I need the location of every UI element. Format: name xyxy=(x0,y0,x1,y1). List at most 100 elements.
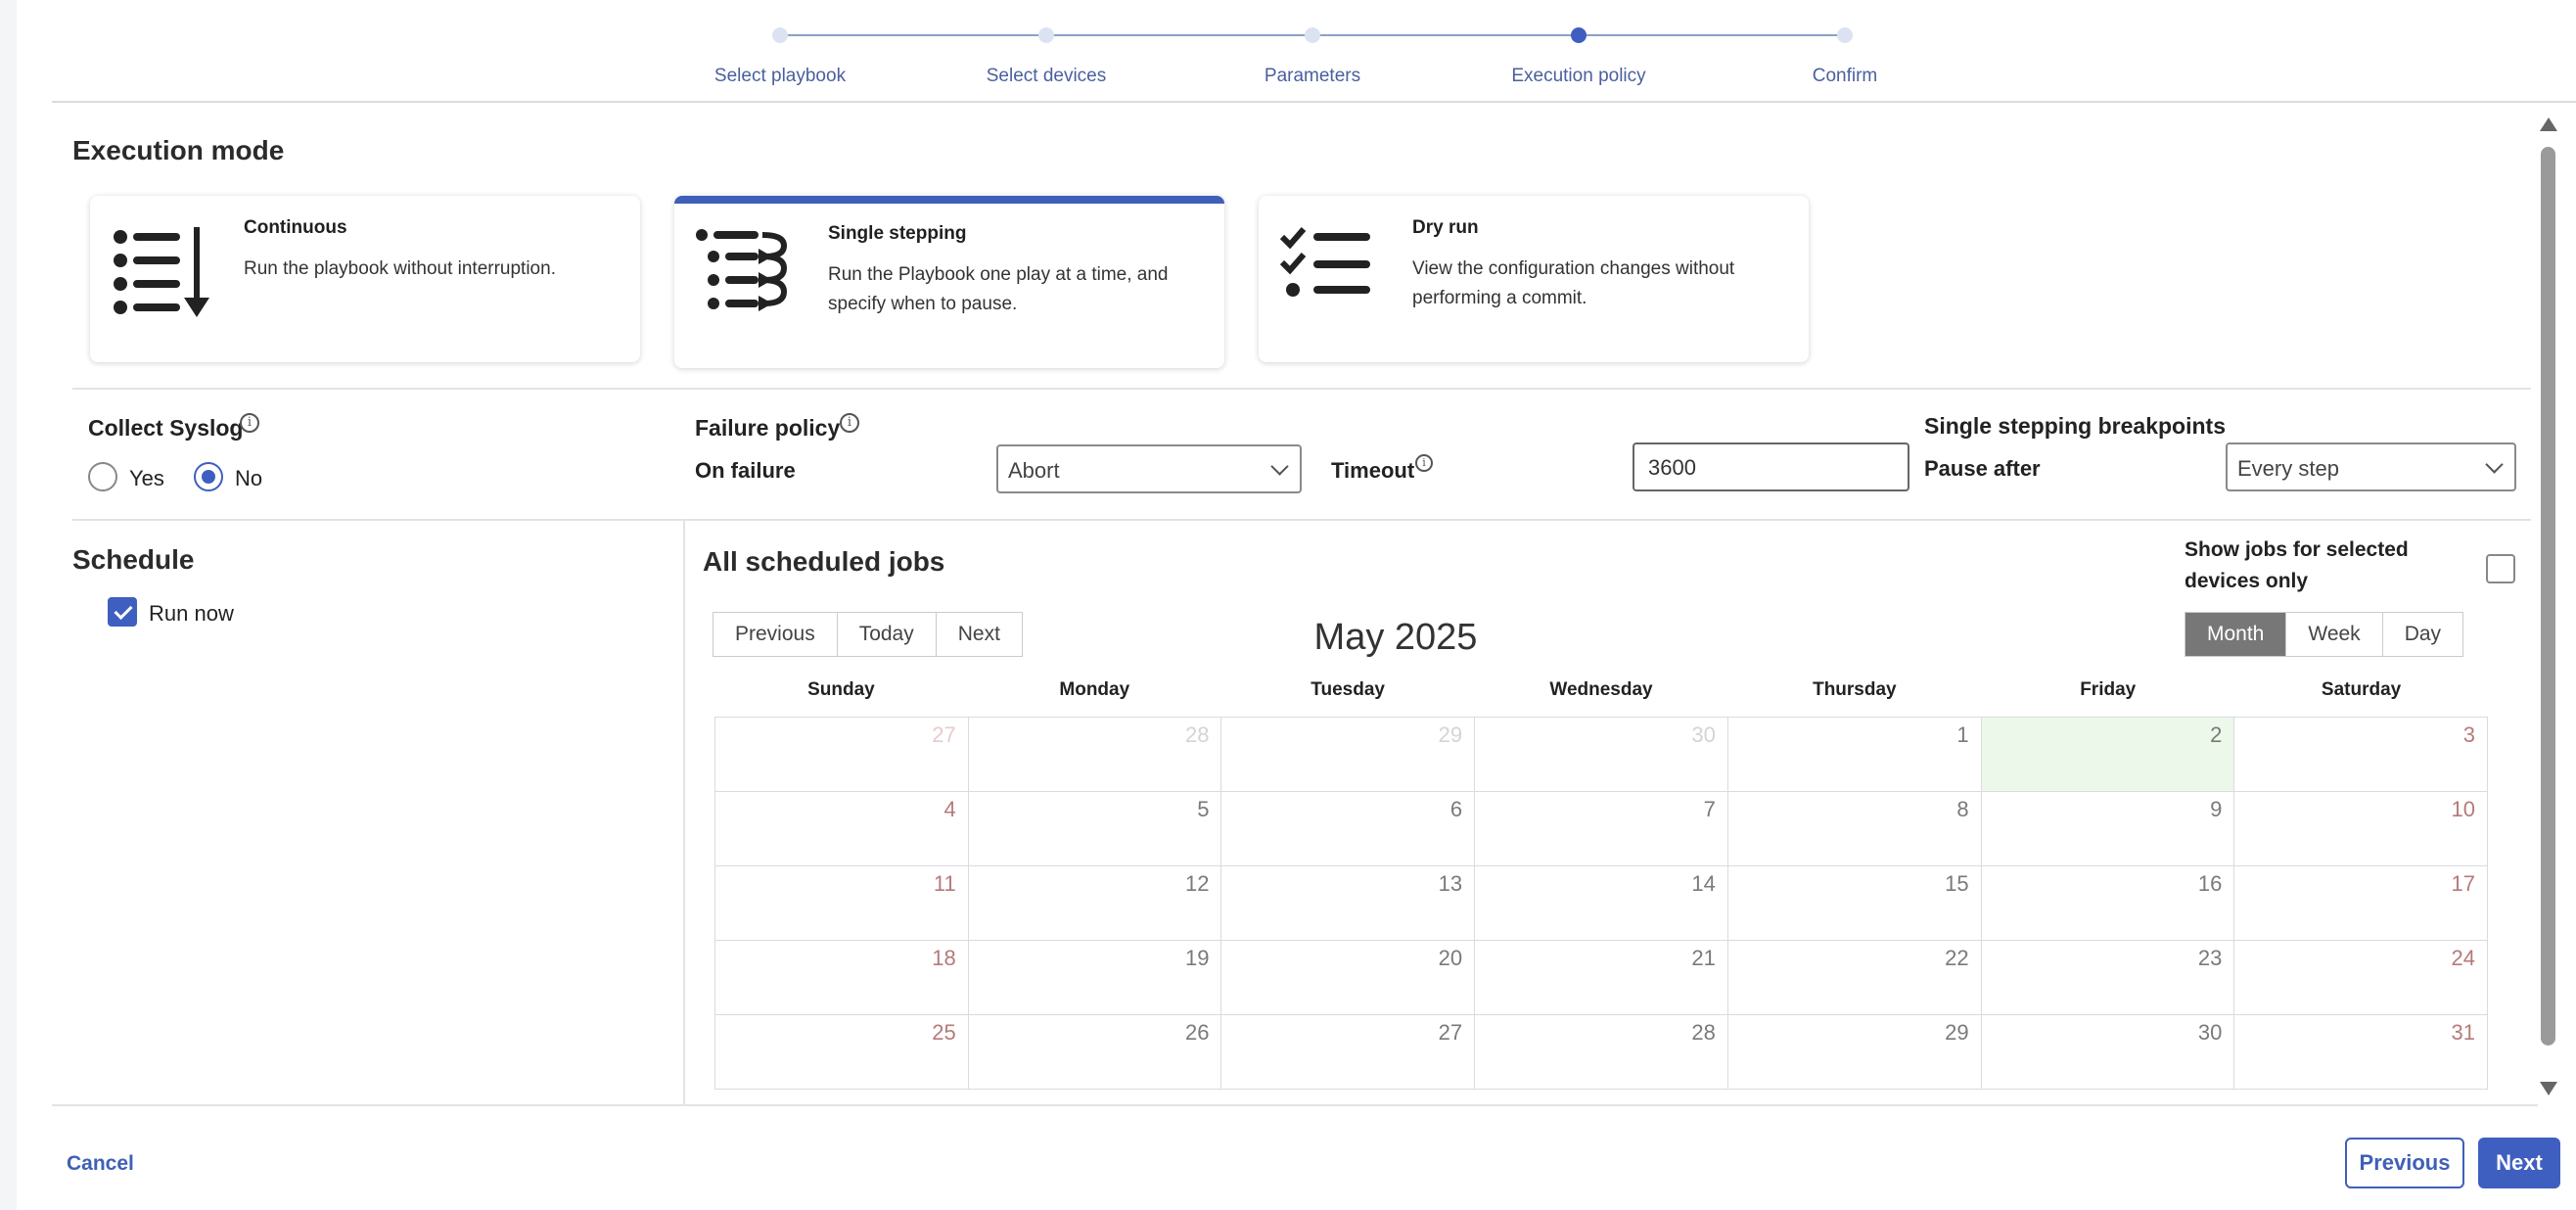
syslog-yes-radio[interactable] xyxy=(88,462,117,491)
calendar-day-cell[interactable]: 25 xyxy=(715,1015,969,1090)
calendar-day-cell[interactable]: 13 xyxy=(1221,866,1476,941)
calendar-day-cell[interactable]: 21 xyxy=(1475,941,1728,1015)
step-parameters[interactable]: Parameters xyxy=(1185,25,1440,87)
cancel-button[interactable]: Cancel xyxy=(67,1152,134,1176)
step-select-playbook[interactable]: Select playbook xyxy=(653,25,907,87)
calendar-day-cell[interactable]: 4 xyxy=(715,792,969,866)
calendar-day-cell[interactable]: 30 xyxy=(1981,1015,2235,1090)
on-failure-label: On failure xyxy=(695,458,796,483)
scrollbar-thumb[interactable] xyxy=(2541,147,2555,1046)
step-dot-active xyxy=(1571,27,1587,43)
calendar-day-cell[interactable]: 2 xyxy=(1981,718,2235,792)
calendar-day-cell[interactable]: 24 xyxy=(2234,941,2489,1015)
calendar-day-cell[interactable]: 26 xyxy=(968,1015,1222,1090)
calendar-week-row: 18 19 20 21 22 23 24 xyxy=(715,941,2489,1015)
view-month-button[interactable]: Month xyxy=(2185,613,2287,656)
step-dot xyxy=(1837,27,1853,43)
mode-card-dry-run[interactable]: Dry run View the configuration changes w… xyxy=(1259,196,1809,362)
calendar-day-cell[interactable]: 30 xyxy=(1475,718,1728,792)
step-dot xyxy=(1038,27,1054,43)
calendar-weekday-header: Sunday Monday Tuesday Wednesday Thursday Frid… xyxy=(714,679,2488,717)
syslog-no-radio[interactable] xyxy=(194,462,223,491)
calendar-day-cell[interactable]: 22 xyxy=(1727,941,1982,1015)
calendar-day-cell[interactable]: 10 xyxy=(2234,792,2489,866)
schedule-title: Schedule xyxy=(72,544,195,575)
mode-card-title: Dry run xyxy=(1412,217,1479,238)
calendar-day-cell[interactable]: 23 xyxy=(1981,941,2235,1015)
step-dot xyxy=(772,27,788,43)
calendar-day-cell[interactable]: 20 xyxy=(1221,941,1476,1015)
calendar-day-cell[interactable]: 28 xyxy=(968,718,1222,792)
run-now-checkbox[interactable] xyxy=(108,597,137,627)
pause-after-select[interactable]: Every step xyxy=(2226,442,2516,491)
scheduled-jobs-title: All scheduled jobs xyxy=(703,546,945,577)
calendar-day-cell[interactable]: 9 xyxy=(1981,792,2235,866)
calendar-day-cell[interactable]: 14 xyxy=(1475,866,1728,941)
left-gutter xyxy=(0,0,17,1210)
step-execution-policy[interactable]: Execution policy xyxy=(1451,25,1706,87)
previous-button[interactable]: Previous xyxy=(2345,1138,2464,1188)
calendar-day-cell[interactable]: 7 xyxy=(1475,792,1728,866)
step-dot xyxy=(1305,27,1320,43)
calendar-grid: 27 28 29 30 1 2 3 4 5 6 7 8 9 10 11 12 13 14 15 16 17 18 19 20 2… xyxy=(714,717,2489,1090)
mode-card-title: Continuous xyxy=(244,217,347,238)
mode-card-description: Run the playbook without interruption. xyxy=(244,258,556,279)
info-icon[interactable]: i xyxy=(240,413,259,433)
calendar-day-cell[interactable]: 18 xyxy=(715,941,969,1015)
next-button[interactable]: Next xyxy=(2478,1138,2560,1188)
calendar-day-cell[interactable]: 12 xyxy=(968,866,1222,941)
calendar-day-cell[interactable]: 29 xyxy=(1727,1015,1982,1090)
section-divider xyxy=(72,519,2531,521)
month-calendar: Sunday Monday Tuesday Wednesday Thursday Frid… xyxy=(714,679,2489,1090)
calendar-day-cell[interactable]: 11 xyxy=(715,866,969,941)
calendar-previous-button[interactable]: Previous xyxy=(713,613,838,656)
calendar-next-button[interactable]: Next xyxy=(936,613,1022,656)
step-select-devices[interactable]: Select devices xyxy=(919,25,1173,87)
calendar-day-cell[interactable]: 27 xyxy=(715,718,969,792)
pause-after-value: Every step xyxy=(2237,456,2339,481)
failure-policy-title: Failure policy xyxy=(695,415,841,441)
calendar-day-cell[interactable]: 3 xyxy=(2234,718,2489,792)
calendar-day-cell[interactable]: 16 xyxy=(1981,866,2235,941)
checklist-icon xyxy=(1279,227,1370,297)
weekday-header: Monday xyxy=(1059,679,1130,700)
show-selected-devices-label: Show jobs for selected devices only xyxy=(2185,538,2409,592)
weekday-header: Sunday xyxy=(807,679,875,700)
step-label: Confirm xyxy=(1812,66,1878,86)
view-day-button[interactable]: Day xyxy=(2382,613,2463,656)
info-icon[interactable]: i xyxy=(840,413,859,433)
calendar-day-cell[interactable]: 6 xyxy=(1221,792,1476,866)
wizard-stepper: Select playbook Select devices Parameter… xyxy=(0,0,2576,102)
mode-card-continuous[interactable]: Continuous Run the playbook without inte… xyxy=(90,196,640,362)
syslog-yes-label: Yes xyxy=(129,466,164,490)
calendar-day-cell[interactable]: 15 xyxy=(1727,866,1982,941)
calendar-day-cell[interactable]: 28 xyxy=(1475,1015,1728,1090)
on-failure-value: Abort xyxy=(1008,458,1060,483)
calendar-day-cell[interactable]: 29 xyxy=(1221,718,1476,792)
mode-card-title: Single stepping xyxy=(828,223,967,244)
timeout-input[interactable]: 3600 xyxy=(1633,442,1909,491)
step-label: Select playbook xyxy=(713,66,847,86)
calendar-day-cell[interactable]: 31 xyxy=(2234,1015,2489,1090)
stepper-divider xyxy=(52,101,2576,103)
mode-card-description: View the configuration changes without p… xyxy=(1412,258,1735,308)
mode-card-single-stepping[interactable]: Single stepping Run the Playbook one pla… xyxy=(674,196,1224,368)
calendar-day-cell[interactable]: 5 xyxy=(968,792,1222,866)
scroll-down-arrow-icon[interactable] xyxy=(2540,1082,2557,1095)
breakpoints-title: Single stepping breakpoints xyxy=(1924,413,2226,439)
info-icon[interactable]: i xyxy=(1415,454,1433,472)
step-confirm[interactable]: Confirm xyxy=(1718,25,1972,87)
weekday-header: Tuesday xyxy=(1311,679,1385,700)
show-selected-devices-checkbox[interactable] xyxy=(2486,554,2515,583)
calendar-day-cell[interactable]: 1 xyxy=(1727,718,1982,792)
calendar-day-cell[interactable]: 8 xyxy=(1727,792,1982,866)
view-week-button[interactable]: Week xyxy=(2286,613,2383,656)
calendar-day-cell[interactable]: 17 xyxy=(2234,866,2489,941)
calendar-day-cell[interactable]: 19 xyxy=(968,941,1222,1015)
calendar-day-cell[interactable]: 27 xyxy=(1221,1015,1476,1090)
on-failure-select[interactable]: Abort xyxy=(996,444,1302,493)
list-step-arrows-icon xyxy=(696,229,788,311)
calendar-today-button[interactable]: Today xyxy=(837,613,937,656)
step-label: Execution policy xyxy=(1511,66,1646,86)
scroll-up-arrow-icon[interactable] xyxy=(2540,117,2557,131)
